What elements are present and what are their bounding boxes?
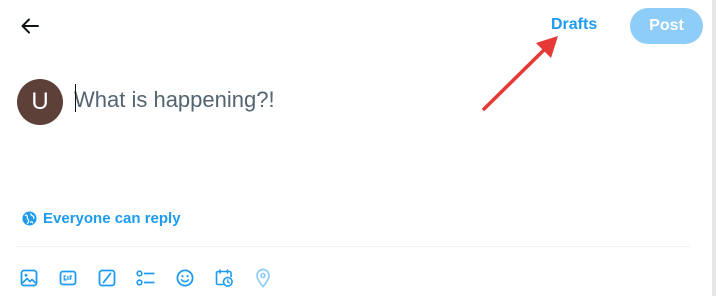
- divider: [16, 246, 690, 247]
- grok-button[interactable]: [97, 268, 117, 288]
- gif-button[interactable]: [58, 268, 78, 288]
- avatar-initial: U: [31, 88, 49, 115]
- text-caret: [75, 84, 76, 112]
- reply-setting-label: Everyone can reply: [43, 210, 181, 227]
- emoji-icon: [176, 269, 194, 287]
- poll-icon: [136, 270, 155, 286]
- reply-setting-button[interactable]: Everyone can reply: [22, 210, 181, 227]
- post-button[interactable]: Post: [630, 8, 703, 44]
- media-button[interactable]: [19, 268, 39, 288]
- image-icon: [20, 269, 38, 287]
- poll-button[interactable]: [136, 268, 156, 288]
- grok-icon: [98, 269, 116, 287]
- emoji-button[interactable]: [175, 268, 195, 288]
- window-edge: [712, 0, 716, 296]
- schedule-icon: [215, 269, 233, 287]
- schedule-button[interactable]: [214, 268, 234, 288]
- back-button[interactable]: [16, 12, 44, 40]
- compose-input[interactable]: [74, 84, 634, 116]
- back-arrow-icon: [21, 18, 39, 34]
- location-button: [253, 268, 273, 288]
- gif-icon: [59, 270, 77, 286]
- avatar[interactable]: U: [17, 79, 63, 125]
- annotation-arrow: [482, 36, 558, 111]
- drafts-link[interactable]: Drafts: [551, 16, 597, 34]
- globe-icon: [22, 211, 37, 226]
- compose-toolbar: [19, 268, 273, 288]
- location-icon: [256, 268, 270, 288]
